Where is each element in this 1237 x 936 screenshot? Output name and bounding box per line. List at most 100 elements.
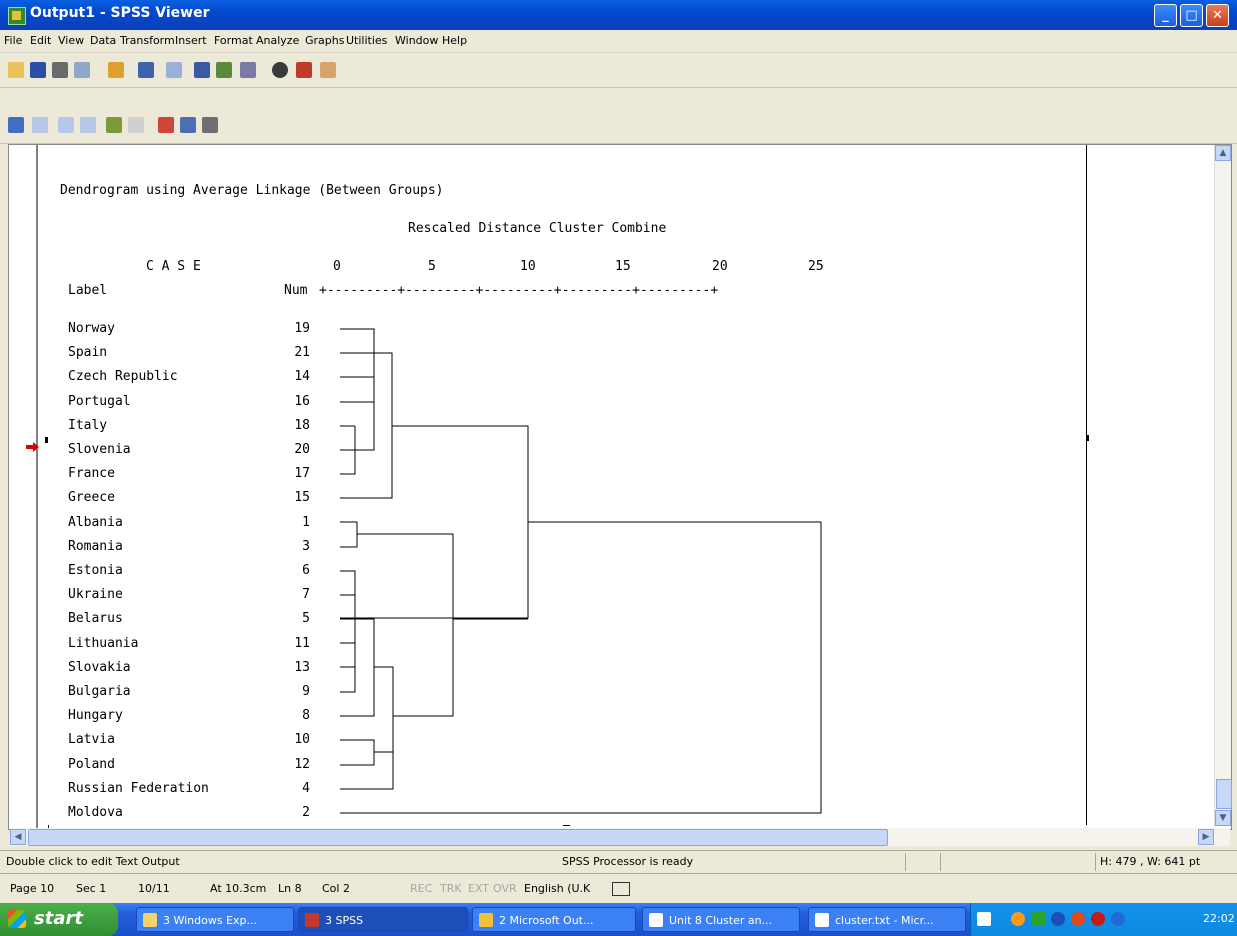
- processor-status: SPSS Processor is ready: [562, 855, 694, 868]
- spss-app-icon[interactable]: [8, 7, 26, 25]
- expand-icon[interactable]: [58, 117, 74, 133]
- messenger-tray-icon[interactable]: [1111, 912, 1125, 926]
- undo-icon[interactable]: [166, 62, 182, 78]
- status-divider: [905, 853, 906, 871]
- variables-icon[interactable]: [240, 62, 256, 78]
- status-divider: [1095, 853, 1096, 871]
- update-tray-icon[interactable]: [1051, 912, 1065, 926]
- word-icon: [815, 913, 829, 927]
- language-indicator[interactable]: English (U.K: [524, 882, 590, 895]
- position-at: At 10.3cm: [210, 882, 267, 895]
- promote-icon[interactable]: [8, 117, 24, 133]
- text-output-box[interactable]: Dendrogram using Average Linkage (Betwee…: [48, 145, 1087, 825]
- rec-indicator[interactable]: REC: [410, 882, 432, 895]
- ext-indicator[interactable]: EXT: [468, 882, 489, 895]
- task-outlook[interactable]: 2 Microsoft Out...: [472, 907, 636, 932]
- scroll-left-icon[interactable]: ◀: [10, 829, 26, 845]
- start-label: start: [34, 908, 83, 929]
- task-label: 3 Windows Exp...: [163, 914, 258, 927]
- menu-edit[interactable]: Edit: [30, 34, 51, 47]
- menu-utilities[interactable]: Utilities: [346, 34, 387, 47]
- spss-icon: [305, 913, 319, 927]
- maximize-button[interactable]: □: [1180, 4, 1203, 27]
- security-tray-icon[interactable]: [1031, 912, 1045, 926]
- spelling-status-icon[interactable]: [612, 882, 630, 896]
- toolbar-outline: [0, 107, 1237, 144]
- status-bar: Double click to edit Text Output SPSS Pr…: [0, 850, 1237, 873]
- maximize-icon: □: [1185, 8, 1198, 23]
- menu-analyze[interactable]: Analyze: [256, 34, 299, 47]
- demote-icon[interactable]: [32, 117, 48, 133]
- insert-heading-icon[interactable]: [158, 117, 174, 133]
- selection-arrow-icon: [26, 437, 40, 452]
- hide-icon[interactable]: [128, 117, 144, 133]
- section-indicator: Sec 1: [76, 882, 107, 895]
- print-icon[interactable]: [52, 62, 68, 78]
- export-icon[interactable]: [108, 62, 124, 78]
- menu-format[interactable]: Format: [214, 34, 253, 47]
- start-button[interactable]: start: [0, 903, 118, 936]
- scroll-down-icon[interactable]: ▼: [1215, 810, 1231, 826]
- antivirus-tray-icon[interactable]: [1091, 912, 1105, 926]
- minimize-icon: _: [1162, 8, 1169, 23]
- dendrogram-tree: [340, 328, 822, 814]
- menu-insert[interactable]: Insert: [175, 34, 207, 47]
- horizontal-scrollbar[interactable]: ◀ ▶: [10, 828, 1230, 846]
- task-label: 3 SPSS: [325, 914, 364, 927]
- outlook-icon: [479, 913, 493, 927]
- window-title: Output1 - SPSS Viewer: [30, 5, 210, 21]
- page-count: 10/11: [138, 882, 170, 895]
- dialog-recall-icon[interactable]: [138, 62, 154, 78]
- menu-view[interactable]: View: [58, 34, 84, 47]
- insert-title-icon[interactable]: [180, 117, 196, 133]
- goto-chart-icon[interactable]: [216, 62, 232, 78]
- minimize-button[interactable]: _: [1154, 4, 1177, 27]
- task-spss[interactable]: 3 SPSS: [298, 907, 468, 932]
- menu-transform[interactable]: Transform: [120, 34, 175, 47]
- show-icon[interactable]: [106, 117, 122, 133]
- taskbar: start 3 Windows Exp... 3 SPSS 2 Microsof…: [0, 903, 1237, 936]
- menu-file[interactable]: File: [4, 34, 22, 47]
- column-indicator: Col 2: [322, 882, 350, 895]
- help-tray-icon[interactable]: [977, 912, 991, 926]
- status-divider: [940, 853, 941, 871]
- title-bar: Output1 - SPSS Viewer _ □ ✕: [0, 0, 1237, 30]
- word-icon: [649, 913, 663, 927]
- insert-icon[interactable]: [320, 62, 336, 78]
- outline-gutter: [10, 145, 49, 828]
- use-sets-icon[interactable]: [272, 62, 288, 78]
- toolbar-main: [0, 53, 1237, 88]
- status-hint: Double click to edit Text Output: [6, 855, 180, 868]
- insert-text-icon[interactable]: [202, 117, 218, 133]
- task-label: 2 Microsoft Out...: [499, 914, 594, 927]
- task-word-unit8[interactable]: Unit 8 Cluster an...: [642, 907, 800, 932]
- open-folder-icon[interactable]: [8, 62, 24, 78]
- collapse-icon[interactable]: [80, 117, 96, 133]
- close-button[interactable]: ✕: [1206, 4, 1229, 27]
- vertical-scrollbar[interactable]: ▲ ▼: [1214, 145, 1232, 826]
- menu-data[interactable]: Data: [90, 34, 116, 47]
- ovr-indicator[interactable]: OVR: [493, 882, 517, 895]
- line-indicator: Ln 8: [278, 882, 302, 895]
- select-cases-icon[interactable]: [296, 62, 312, 78]
- task-label: Unit 8 Cluster an...: [669, 914, 773, 927]
- scroll-up-icon[interactable]: ▲: [1215, 145, 1231, 161]
- size-readout: H: 479 , W: 641 pt: [1100, 855, 1201, 868]
- menu-window[interactable]: Window: [395, 34, 438, 47]
- word-status-bar: Page 10 Sec 1 10/11 At 10.3cm Ln 8 Col 2…: [0, 873, 1237, 904]
- task-windows-explorer[interactable]: 3 Windows Exp...: [136, 907, 294, 932]
- goto-data-icon[interactable]: [194, 62, 210, 78]
- menu-help[interactable]: Help: [442, 34, 467, 47]
- trk-indicator[interactable]: TRK: [440, 882, 462, 895]
- task-cluster-txt[interactable]: cluster.txt - Micr...: [808, 907, 966, 932]
- task-label: cluster.txt - Micr...: [835, 914, 934, 927]
- vertical-scroll-thumb[interactable]: [1216, 779, 1232, 809]
- windows-logo-icon: [8, 910, 26, 928]
- print-preview-icon[interactable]: [74, 62, 90, 78]
- save-icon[interactable]: [30, 62, 46, 78]
- network-tray-icon[interactable]: [1011, 912, 1025, 926]
- menu-graphs[interactable]: Graphs: [305, 34, 344, 47]
- scroll-right-icon[interactable]: ▶: [1198, 829, 1214, 845]
- browser-tray-icon[interactable]: [1071, 912, 1085, 926]
- horizontal-scroll-thumb[interactable]: [28, 829, 888, 846]
